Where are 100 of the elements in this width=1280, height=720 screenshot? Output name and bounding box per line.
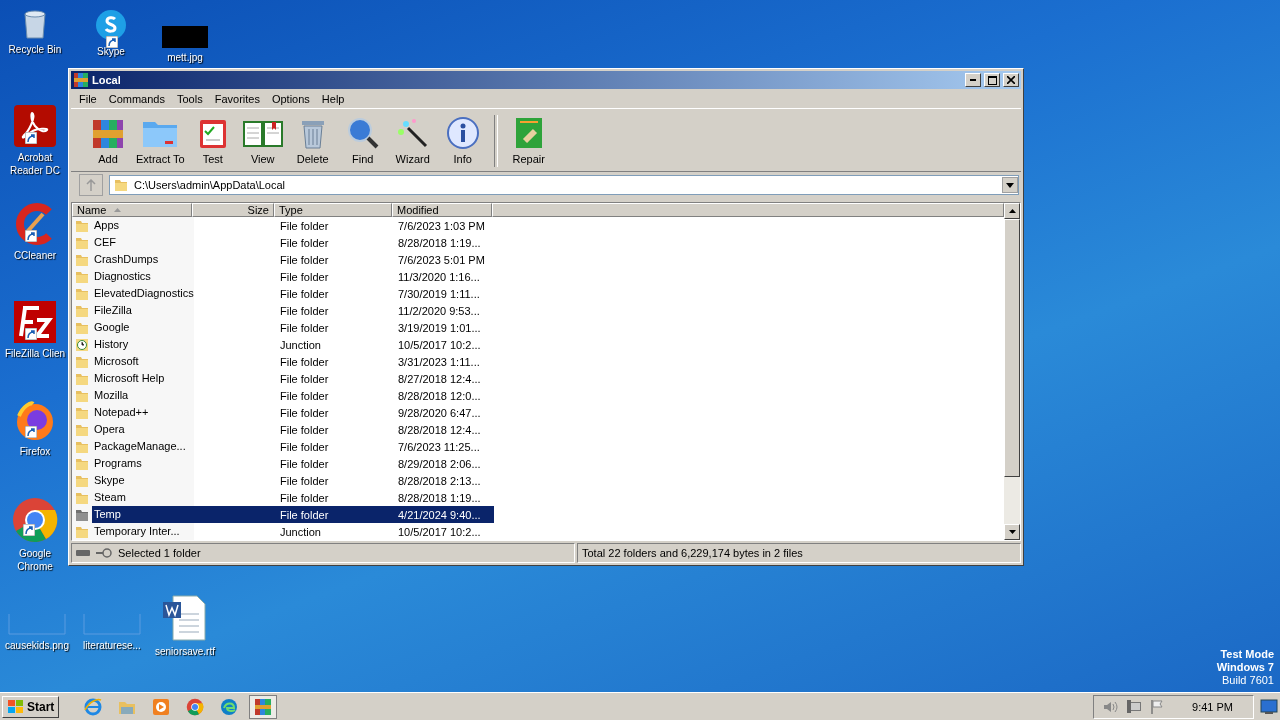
scroll-down-button[interactable] <box>1004 524 1020 540</box>
clock-icon <box>75 337 89 352</box>
folder-icon <box>75 218 89 233</box>
windows-flag-icon <box>7 698 25 715</box>
up-arrow-icon <box>1008 209 1016 213</box>
type-cell-text: File folder <box>279 423 330 436</box>
word-document-icon[interactable] <box>161 594 209 642</box>
menu-item[interactable]: File <box>73 92 103 105</box>
desktop-icon-label[interactable]: Firefox <box>19 445 51 458</box>
desktop-icon-label[interactable]: Google Chrome <box>2 547 68 573</box>
folder-icon <box>75 439 89 454</box>
maximize-button[interactable] <box>984 73 1000 87</box>
file-row[interactable]: Temp File folder 4/21/2024 9:40... <box>92 506 494 523</box>
toolbar-button[interactable]: View <box>237 111 288 165</box>
file-row[interactable]: CEF File folder 8/28/2018 1:19... <box>92 234 494 251</box>
desktop-icon-label[interactable]: causekids.png <box>5 639 69 652</box>
file-row[interactable]: PackageManage... File folder 7/6/2023 11:25... <box>92 438 494 455</box>
name-cell: Microsoft Help <box>92 370 194 387</box>
scroll-up-button[interactable] <box>1004 203 1020 219</box>
name-cell: Mozilla <box>92 387 194 404</box>
start-button[interactable]: Start <box>2 695 60 718</box>
file-row[interactable]: Steam File folder 8/28/2018 1:19... <box>92 489 494 506</box>
menu-item[interactable]: Favorites <box>208 92 266 105</box>
file-row[interactable]: Microsoft File folder 3/31/2023 1:11... <box>92 353 494 370</box>
column-header[interactable]: Name <box>72 203 192 217</box>
minimize-button[interactable] <box>965 73 981 87</box>
name-cell: Diagnostics <box>92 268 194 285</box>
show-desktop-icon[interactable] <box>1260 698 1278 715</box>
folder-icon <box>75 269 89 284</box>
books-icon <box>254 697 273 716</box>
desktop-icon-label[interactable]: seniorsave.rtf <box>155 645 215 658</box>
info-icon <box>445 115 480 151</box>
menu-item[interactable]: Tools <box>171 92 209 105</box>
file-row[interactable]: History Junction 10/5/2017 10:2... <box>92 336 494 353</box>
column-header[interactable]: Type <box>274 203 392 217</box>
file-row[interactable]: Skype File folder 8/28/2018 2:13... <box>92 472 494 489</box>
system-watermark-text: Test Mode <box>1220 648 1274 661</box>
desktop-icon-label[interactable]: Skype <box>97 45 125 58</box>
name-cell: ElevatedDiagnostics <box>92 285 194 302</box>
close-button[interactable] <box>1003 73 1019 87</box>
file-row[interactable]: Mozilla File folder 8/28/2018 12:0... <box>92 387 494 404</box>
folder-icon <box>75 473 89 488</box>
desktop-icon-label[interactable]: FileZilla Clien <box>5 347 65 360</box>
file-row[interactable]: Google File folder 3/19/2019 1:01... <box>92 319 494 336</box>
drive-icon <box>76 549 90 557</box>
folder-icon <box>75 252 89 267</box>
toolbar-button[interactable]: Test <box>187 111 238 165</box>
file-row[interactable]: Apps File folder 7/6/2023 1:03 PM <box>92 217 494 234</box>
type-cell-text: File folder <box>279 372 330 385</box>
desktop-icon-label[interactable]: literaturese... <box>83 639 141 652</box>
skype-icon[interactable] <box>94 8 128 42</box>
toolbar-button[interactable]: Repair <box>503 111 554 165</box>
column-header[interactable]: Size <box>192 203 274 217</box>
dropdown-button[interactable] <box>1002 177 1018 193</box>
filezilla-icon[interactable] <box>13 300 57 344</box>
toolbar-button[interactable]: Delete <box>287 111 338 165</box>
menu-item[interactable]: Options <box>265 92 316 105</box>
folder-icon <box>75 490 89 505</box>
toolbar-button[interactable]: Extract To <box>133 111 188 165</box>
modified-cell-text: 8/28/2018 12:0... <box>397 389 482 402</box>
file-row[interactable]: Temporary Inter... Junction 10/5/2017 10:2... <box>92 523 494 540</box>
toolbar-button[interactable]: Find <box>337 111 388 165</box>
taskbar-app-button[interactable] <box>249 694 278 719</box>
desktop-icon-label[interactable]: Acrobat Reader DC <box>2 151 68 177</box>
clock[interactable]: 9:41 PM <box>1192 700 1233 713</box>
modified-cell-text: 4/21/2024 9:40... <box>397 508 482 521</box>
scrollbar[interactable] <box>1004 203 1020 540</box>
minimize-icon <box>970 79 976 81</box>
file-row[interactable]: Programs File folder 8/29/2018 2:06... <box>92 455 494 472</box>
file-row[interactable]: CrashDumps File folder 7/6/2023 5:01 PM <box>92 251 494 268</box>
file-row[interactable]: ElevatedDiagnostics File folder 7/30/2019 1:11... <box>92 285 494 302</box>
file-row[interactable]: Opera File folder 8/28/2018 12:4... <box>92 421 494 438</box>
app-icon <box>73 72 89 88</box>
menu-item[interactable]: Commands <box>102 92 171 105</box>
modified-cell-text: 8/28/2018 1:19... <box>397 491 482 504</box>
name-cell-text: Temp <box>93 507 122 522</box>
column-header[interactable]: Modified <box>392 203 492 217</box>
folder-icon <box>75 320 89 335</box>
folder-icon <box>75 405 89 420</box>
scroll-thumb[interactable] <box>1004 219 1020 477</box>
menu-item[interactable]: Help <box>315 92 351 105</box>
address-field[interactable]: C:\Users\admin\AppData\Local <box>109 175 1019 195</box>
file-row[interactable]: Notepad++ File folder 9/28/2020 6:47... <box>92 404 494 421</box>
folder-icon <box>75 422 89 437</box>
network-icon[interactable] <box>1126 698 1143 715</box>
desktop-icon-label[interactable]: Recycle Bin <box>8 43 62 56</box>
pdf-reader-icon[interactable] <box>13 104 57 148</box>
image-thumbnail-icon[interactable] <box>162 26 208 48</box>
file-row[interactable]: Diagnostics File folder 11/3/2020 1:16... <box>92 268 494 285</box>
file-row[interactable]: FileZilla File folder 11/2/2020 9:53... <box>92 302 494 319</box>
desktop-icon-label[interactable]: mett.jpg <box>167 51 203 64</box>
toolbar-button[interactable]: Wizard <box>387 111 438 165</box>
file-row[interactable]: Microsoft Help File folder 8/27/2018 12:4... <box>92 370 494 387</box>
desktop-icon-label[interactable]: CCleaner <box>13 249 57 262</box>
toolbar-button[interactable]: Add <box>83 111 133 165</box>
modified-cell-text: 8/28/2018 2:13... <box>397 474 482 487</box>
down-arrow-icon <box>1008 530 1016 534</box>
toolbar-button[interactable]: Info <box>437 111 488 165</box>
chrome-icon[interactable] <box>11 496 59 544</box>
modified-cell-text: 3/19/2019 1:01... <box>397 321 482 334</box>
